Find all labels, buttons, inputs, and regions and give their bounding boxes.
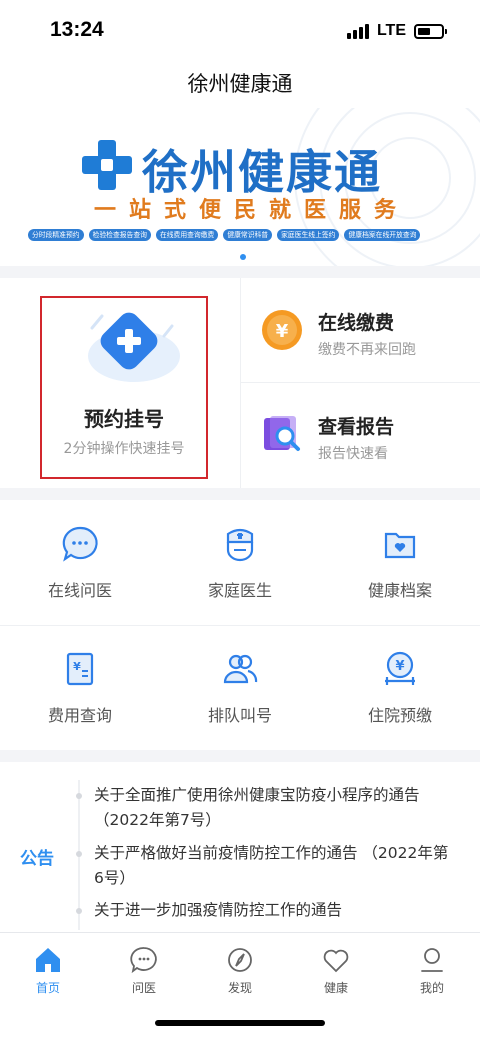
tab-home[interactable]: 首页 <box>0 941 96 1001</box>
yuan-coin-icon: ¥ <box>262 310 302 350</box>
service-grid: 在线问医 家庭医生 健康档案 ¥ 费用查询 排队叫号 ¥ 住院预缴 <box>0 500 480 750</box>
banner-tag: 家庭医生线上签约 <box>277 229 340 241</box>
tab-label: 发现 <box>227 981 252 995</box>
banner-tag: 分时段精准预约 <box>28 229 84 241</box>
notice-label: 公告 <box>20 849 54 869</box>
svg-text:¥: ¥ <box>73 660 81 673</box>
tab-discover[interactable]: 发现 <box>192 941 288 1001</box>
compass-icon <box>228 948 252 972</box>
tab-label: 我的 <box>419 981 444 995</box>
home-icon <box>36 948 60 972</box>
tab-label: 健康 <box>323 981 348 995</box>
tab-health[interactable]: 健康 <box>288 941 384 1001</box>
feature-section: 预约挂号 2分钟操作快速挂号 ¥ 在线缴费 缴费不再来回跑 查看报告 报告快速看 <box>0 278 480 488</box>
notice-item[interactable]: 关于严格做好当前疫情防控工作的通告 （2022年第6号） <box>76 841 458 891</box>
heart-icon <box>323 949 349 973</box>
banner-tags: 分时段精准预约 检验检查报告查询 在线费用查询缴费 健康常识科普 家庭医生线上签… <box>28 229 468 241</box>
grid-item-inpatient-deposit[interactable]: ¥ 住院预缴 <box>320 625 480 750</box>
notice-item[interactable]: 关于全面推广使用徐州健康宝防疫小程序的通告 （2022年第7号） <box>76 783 458 833</box>
grid-label: 费用查询 <box>47 706 112 725</box>
grid-label: 在线问医 <box>47 581 112 600</box>
chat-icon <box>130 947 157 974</box>
grid-label: 排队叫号 <box>207 706 272 725</box>
svg-text:¥: ¥ <box>276 321 289 342</box>
chat-bubble-icon <box>62 526 98 562</box>
carousel-indicator[interactable] <box>240 254 246 260</box>
grid-item-family-doctor[interactable]: 家庭医生 <box>160 500 320 625</box>
report-title: 查看报告 <box>318 416 395 438</box>
report-subtitle: 报告快速看 <box>318 446 388 462</box>
status-bar: 13:24 LTE <box>0 0 480 64</box>
doctor-icon <box>226 528 254 562</box>
report-search-icon <box>264 416 300 451</box>
grid-item-fee-inquiry[interactable]: ¥ 费用查询 <box>0 625 160 750</box>
online-payment-card[interactable]: ¥ 在线缴费 缴费不再来回跑 <box>260 308 480 388</box>
notice-item[interactable]: 关于进一步加强疫情防控工作的通告 <box>76 898 458 923</box>
hospital-bed-icon: ¥ <box>385 651 415 685</box>
page-title: 徐州健康通 <box>187 72 293 96</box>
booking-title: 预约挂号 <box>84 407 164 431</box>
grid-item-health-records[interactable]: 健康档案 <box>320 500 480 625</box>
grid-label: 家庭医生 <box>207 581 272 600</box>
status-time: 13:24 <box>50 18 104 41</box>
nav-bar: 徐州健康通 <box>0 64 480 108</box>
queue-people-icon <box>223 654 258 684</box>
booking-card[interactable]: 预约挂号 2分钟操作快速挂号 <box>40 296 208 479</box>
banner-tag: 在线费用查询缴费 <box>155 229 219 241</box>
user-icon <box>421 948 443 972</box>
banner-tag: 检验检查报告查询 <box>88 229 151 241</box>
payment-title: 在线缴费 <box>318 312 395 334</box>
signal-icon <box>346 23 369 39</box>
banner-subtitle: 一站式便民就医服务 <box>94 198 410 223</box>
network-label: LTE <box>376 22 406 39</box>
folder-heart-icon <box>384 532 416 559</box>
medical-cross-icon <box>88 312 180 382</box>
battery-icon <box>414 23 447 39</box>
notice-section: 公告 关于全面推广使用徐州健康宝防疫小程序的通告 （2022年第7号） 关于严格… <box>0 762 480 932</box>
grid-label: 住院预缴 <box>367 706 432 725</box>
tab-mine[interactable]: 我的 <box>384 941 480 1001</box>
bill-icon: ¥ <box>66 652 94 686</box>
banner[interactable]: 徐州健康通 一站式便民就医服务 分时段精准预约 检验检查报告查询 在线费用查询缴… <box>0 108 480 266</box>
banner-tag: 健康档案在线开放查询 <box>344 229 421 241</box>
tab-label: 首页 <box>35 981 60 995</box>
grid-item-queue[interactable]: 排队叫号 <box>160 625 320 750</box>
status-indicators: LTE <box>346 22 447 40</box>
view-report-card[interactable]: 查看报告 报告快速看 <box>260 412 480 492</box>
grid-label: 健康档案 <box>367 581 432 600</box>
grid-item-online-consult[interactable]: 在线问医 <box>0 500 160 625</box>
svg-text:¥: ¥ <box>395 659 404 674</box>
home-indicator <box>155 1020 325 1026</box>
tab-label: 问医 <box>131 981 156 995</box>
divider <box>240 278 241 488</box>
payment-subtitle: 缴费不再来回跑 <box>318 342 416 358</box>
banner-tag: 健康常识科普 <box>223 229 273 241</box>
booking-subtitle: 2分钟操作快速挂号 <box>63 441 185 457</box>
brand-cross-icon <box>82 140 132 190</box>
tab-consult[interactable]: 问医 <box>96 941 192 1001</box>
